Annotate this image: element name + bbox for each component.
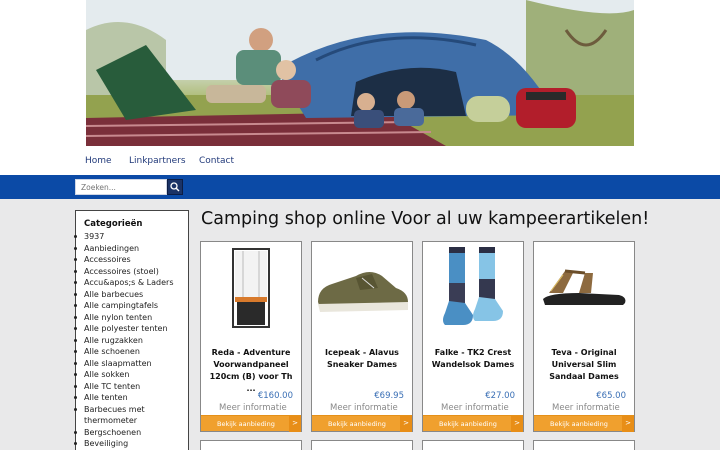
chevron-right-icon: > <box>289 416 301 432</box>
page-title: Camping shop online Voor al uw kampeerar… <box>201 209 650 229</box>
category-sidebar: Categorieën 3937 Aanbiedingen Accessoire… <box>74 210 189 450</box>
category-item[interactable]: Alle polyester tenten <box>74 323 188 335</box>
category-item[interactable]: Alle slaapmatten <box>74 358 188 370</box>
product-card[interactable]: Reda - Adventure Voorwandpaneel 120cm (B… <box>200 241 302 432</box>
product-price: €27.00 <box>485 391 515 401</box>
view-deal-label: Bekijk aanbieding <box>328 420 386 428</box>
category-item[interactable]: Aanbiedingen <box>74 243 188 255</box>
chevron-right-icon: > <box>400 416 412 432</box>
product-image[interactable] <box>312 242 412 334</box>
view-deal-button[interactable]: Bekijk aanbieding > <box>201 415 301 432</box>
view-deal-label: Bekijk aanbieding <box>550 420 608 428</box>
category-item[interactable]: Alle TC tenten <box>74 381 188 393</box>
product-card[interactable] <box>200 440 302 450</box>
sidebar-title: Categorieën <box>84 219 143 229</box>
product-price: €65.00 <box>596 391 626 401</box>
category-item[interactable]: Accessoires <box>74 254 188 266</box>
category-item[interactable]: Alle campingtafels <box>74 300 188 312</box>
view-deal-button[interactable]: Bekijk aanbieding > <box>312 415 412 432</box>
header-banner-image <box>86 0 634 146</box>
product-card[interactable]: Teva - Original Universal Slim Sandaal D… <box>533 241 635 432</box>
view-deal-label: Bekijk aanbieding <box>439 420 497 428</box>
product-image[interactable] <box>201 242 301 334</box>
product-name[interactable]: Falke - TK2 Crest Wandelsok Dames <box>427 347 519 371</box>
category-item[interactable]: Accessoires (stoel) <box>74 266 188 278</box>
view-deal-label: Bekijk aanbieding <box>217 420 275 428</box>
product-name[interactable]: Teva - Original Universal Slim Sandaal D… <box>538 347 630 383</box>
category-item[interactable]: Alle tenten <box>74 392 188 404</box>
category-item[interactable]: 3937 <box>74 231 188 243</box>
nav-link-home[interactable]: Home <box>85 156 112 166</box>
chevron-right-icon: > <box>622 416 634 432</box>
category-item[interactable]: Accu&apos;s & Laders <box>74 277 188 289</box>
category-item[interactable]: Alle schoenen <box>74 346 188 358</box>
search-input[interactable] <box>75 179 167 195</box>
product-image[interactable] <box>534 242 634 334</box>
top-nav: Home Linkpartners Contact <box>0 150 720 175</box>
product-card[interactable]: Falke - TK2 Crest Wandelsok Dames €27.00… <box>422 241 524 432</box>
nav-link-linkpartners[interactable]: Linkpartners <box>129 156 186 166</box>
category-item[interactable]: Bergschoenen <box>74 427 188 439</box>
category-item[interactable]: Barbecues met thermometer <box>74 404 188 427</box>
category-item[interactable]: Alle sokken <box>74 369 188 381</box>
view-deal-button[interactable]: Bekijk aanbieding > <box>423 415 523 432</box>
product-card[interactable] <box>533 440 635 450</box>
search-bar <box>0 175 720 199</box>
header <box>0 0 720 150</box>
category-item[interactable]: Beveiliging <box>74 438 188 450</box>
more-info-link[interactable]: Meer informatie <box>330 403 398 413</box>
product-image[interactable] <box>423 242 523 334</box>
product-card[interactable] <box>422 440 524 450</box>
more-info-link[interactable]: Meer informatie <box>552 403 620 413</box>
product-price: €69.95 <box>374 391 404 401</box>
chevron-right-icon: > <box>511 416 523 432</box>
category-item[interactable]: Alle nylon tenten <box>74 312 188 324</box>
product-card[interactable] <box>311 440 413 450</box>
category-list: 3937 Aanbiedingen Accessoires Accessoire… <box>74 231 188 450</box>
product-card[interactable]: Icepeak - Alavus Sneaker Dames €69.95 Me… <box>311 241 413 432</box>
category-item[interactable]: Alle barbecues <box>74 289 188 301</box>
category-item[interactable]: Alle rugzakken <box>74 335 188 347</box>
product-name[interactable]: Reda - Adventure Voorwandpaneel 120cm (B… <box>205 347 297 395</box>
nav-link-contact[interactable]: Contact <box>199 156 234 166</box>
view-deal-button[interactable]: Bekijk aanbieding > <box>534 415 634 432</box>
product-name[interactable]: Icepeak - Alavus Sneaker Dames <box>316 347 408 371</box>
search-button[interactable] <box>167 179 183 195</box>
more-info-link[interactable]: Meer informatie <box>441 403 509 413</box>
more-info-link[interactable]: Meer informatie <box>219 403 287 413</box>
search-icon <box>170 182 180 192</box>
product-price: €160.00 <box>257 391 293 401</box>
